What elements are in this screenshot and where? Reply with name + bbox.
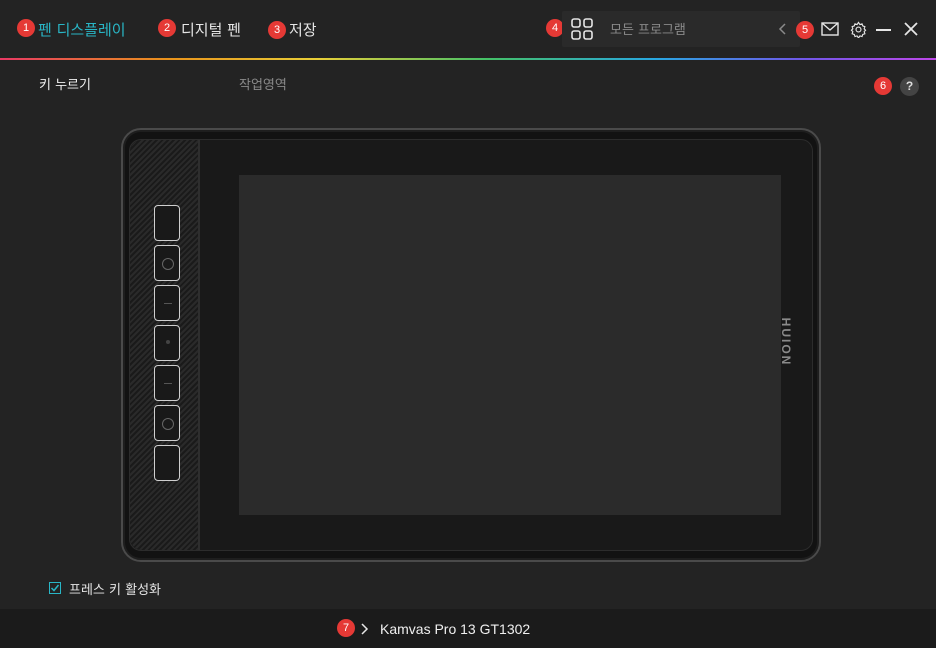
mail-icon[interactable] (821, 22, 839, 36)
close-icon[interactable] (904, 22, 918, 36)
subtab-work-area[interactable]: 작업영역 (239, 74, 287, 93)
tablet-illustration: HUION (121, 128, 821, 562)
brand-logo: HUION (779, 317, 793, 367)
subtab-key-press[interactable]: 키 누르기 (39, 74, 91, 93)
gear-icon[interactable] (850, 21, 867, 38)
press-key-checkbox[interactable] (49, 582, 61, 594)
tab-digital-pen[interactable]: 디지털 펜 (181, 19, 241, 40)
badge-5: 5 (796, 21, 814, 39)
express-key-1[interactable] (154, 205, 180, 241)
express-key-6[interactable] (154, 405, 180, 441)
badge-7: 7 (337, 619, 355, 637)
badge-2: 2 (158, 19, 176, 37)
chevron-right-icon[interactable] (361, 623, 369, 635)
express-key-3[interactable] (154, 285, 180, 321)
minimize-icon[interactable] (876, 29, 891, 31)
express-key-5[interactable] (154, 365, 180, 401)
device-name[interactable]: Kamvas Pro 13 GT1302 (380, 621, 530, 637)
press-key-checkbox-label[interactable]: 프레스 키 활성화 (69, 579, 161, 598)
tab-save[interactable]: 저장 (289, 19, 317, 40)
badge-6: 6 (874, 77, 892, 95)
back-arrow-icon[interactable] (778, 23, 788, 35)
tab-pen-display[interactable]: 펜 디스플레이 (38, 19, 126, 40)
express-key-4[interactable] (154, 325, 180, 361)
help-icon[interactable]: ? (900, 77, 919, 96)
app-grid-icon[interactable] (571, 18, 593, 40)
tablet-screen (239, 175, 781, 515)
express-key-7[interactable] (154, 445, 180, 481)
header-divider (0, 58, 936, 60)
program-selector[interactable] (562, 11, 800, 49)
program-search-input[interactable] (608, 11, 762, 49)
express-key-2[interactable] (154, 245, 180, 281)
checkmark-icon (50, 584, 60, 592)
express-key-strip (130, 140, 200, 550)
tablet-bezel: HUION (129, 139, 813, 551)
badge-3: 3 (268, 21, 286, 39)
badge-1: 1 (17, 19, 35, 37)
